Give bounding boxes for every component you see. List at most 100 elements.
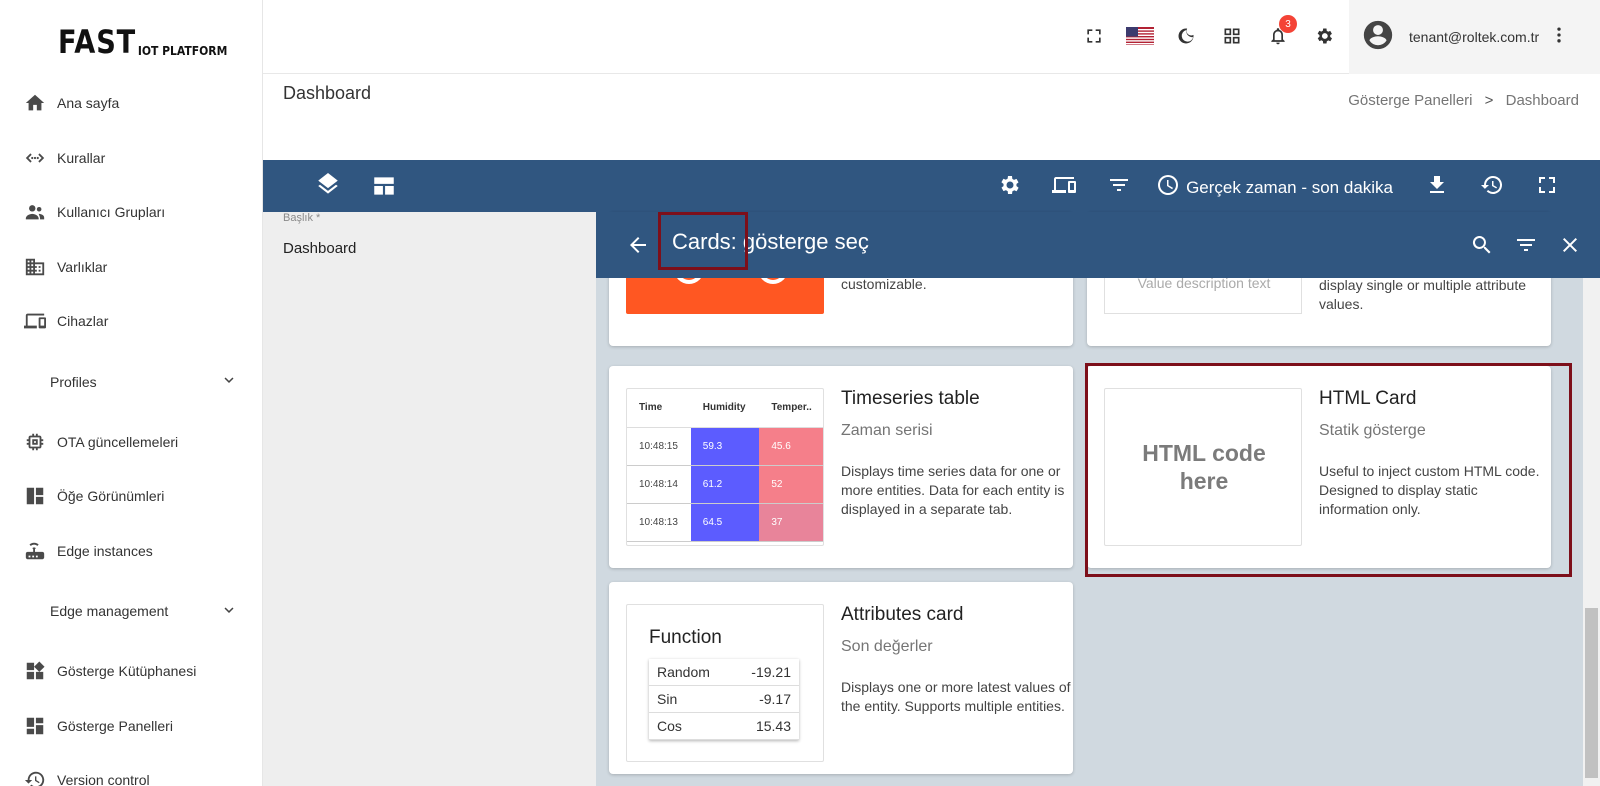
fullscreen-button[interactable] <box>1071 24 1117 52</box>
widget-card-description: Displays one or more latest values of th… <box>841 679 1071 714</box>
dashboards-icon <box>24 715 46 737</box>
widget-card-description: Displays time series data for one or mor… <box>841 463 1065 517</box>
sidebar-item-label: Öğe Görünümleri <box>57 488 165 505</box>
top-icons: 3 <box>1071 15 1347 52</box>
table-cell: 10:48:15 <box>627 427 691 466</box>
table-cell: 37 <box>759 503 823 542</box>
ota-chip-icon <box>24 431 46 453</box>
table-cell: 61.2 <box>690 465 760 504</box>
back-arrow-icon[interactable] <box>626 233 650 262</box>
sidebar-item-label: Kullanıcı Grupları <box>57 204 166 221</box>
attr-key: Sin <box>657 691 678 707</box>
sidebar-item-label: Varlıklar <box>57 258 108 275</box>
table-header: Temper.. <box>759 389 823 428</box>
dashboard-toolbar: Gerçek zaman - son dakika <box>263 160 1600 212</box>
version-history-button[interactable] <box>1464 173 1519 202</box>
attr-value: -9.17 <box>759 691 791 707</box>
search-icon[interactable] <box>1470 233 1494 262</box>
user-menu[interactable]: tenant@roltek.com.tr <box>1349 0 1600 74</box>
fullscreen-icon <box>1084 26 1104 51</box>
sidebar-item-widgets-library[interactable]: Gösterge Kütüphanesi <box>0 644 262 699</box>
sidebar-item-entity-views[interactable]: Öğe Görünümleri <box>0 469 262 524</box>
table-header: Humidity <box>690 389 760 428</box>
widget-thumb: Time Humidity Temper.. 10:48:15 59.3 45.… <box>626 388 824 546</box>
filters-button[interactable] <box>1091 173 1146 202</box>
page-title: Dashboard <box>283 83 372 103</box>
entity-views-icon <box>24 485 46 507</box>
layers-icon[interactable] <box>315 173 341 204</box>
export-button[interactable] <box>1409 173 1464 202</box>
attr-value: 15.43 <box>755 718 791 734</box>
table-row: 10:48:14 61.2 52 <box>627 465 823 504</box>
sidebar-item-dashboards[interactable]: Gösterge Panelleri <box>0 699 262 754</box>
sidebar-item-label: Cihazlar <box>57 313 109 330</box>
table-cell: 64.5 <box>690 503 760 542</box>
table-cell: 10:48:14 <box>627 465 691 504</box>
scrollbar[interactable] <box>1583 278 1600 786</box>
dashboard-settings-button[interactable] <box>981 173 1036 202</box>
widget-card-description: customizable. <box>841 276 927 292</box>
highlight-box <box>658 212 748 270</box>
top-bar: 3 tenant@roltek.com.tr <box>263 0 1600 74</box>
gear-icon <box>997 173 1021 202</box>
widget-card-subtitle: Zaman serisi <box>841 422 933 439</box>
timewindow-button[interactable]: Gerçek zaman - son dakika <box>1156 173 1393 202</box>
language-button[interactable] <box>1117 24 1163 52</box>
sidebar-item-edge-instances[interactable]: Edge instances <box>0 524 262 579</box>
sidebar-item-ota[interactable]: OTA güncellemeleri <box>0 415 262 470</box>
settings-button[interactable] <box>1301 24 1347 52</box>
devices-icon <box>24 310 46 332</box>
attr-key: Cos <box>657 718 682 734</box>
dark-mode-button[interactable] <box>1163 24 1209 52</box>
notifications-button[interactable]: 3 <box>1255 15 1301 52</box>
attr-key: Random <box>657 664 710 680</box>
download-icon <box>1425 173 1449 202</box>
sidebar-group-profiles[interactable]: Profiles <box>0 349 262 415</box>
us-flag-icon <box>1126 26 1154 50</box>
widget-card-timeseries-table[interactable]: Time Humidity Temper.. 10:48:15 59.3 45.… <box>609 366 1073 568</box>
sidebar-group-label: Edge management <box>50 603 169 619</box>
sidebar-group-edge-management[interactable]: Edge management <box>0 578 262 644</box>
apps-button[interactable] <box>1209 24 1255 52</box>
breadcrumb-item[interactable]: Gösterge Panelleri <box>1348 92 1472 109</box>
sidebar-item-label: Gösterge Panelleri <box>57 717 173 734</box>
logo[interactable]: FAST IOT PLATFORM <box>0 0 262 76</box>
fullscreen-icon <box>1535 173 1559 202</box>
widget-card-attributes-card[interactable]: Function Random -19.21 Sin -9.17 Cos 15.… <box>609 582 1073 774</box>
assets-icon <box>24 256 46 278</box>
sidebar-item-rules[interactable]: Kurallar <box>0 131 262 186</box>
close-icon[interactable] <box>1558 233 1582 262</box>
sidebar-item-version-control[interactable]: Version control <box>0 753 262 786</box>
widget-thumb: Function Random -19.21 Sin -9.17 Cos 15.… <box>626 604 824 762</box>
router-icon <box>24 540 46 562</box>
table-cell: 10:48:13 <box>627 503 691 542</box>
timewindow-label: Gerçek zaman - son dakika <box>1186 177 1393 197</box>
list-item: Random -19.21 <box>649 659 799 686</box>
widget-card-subtitle: Son değerler <box>841 638 933 655</box>
user-groups-icon <box>24 201 46 223</box>
filter-icon <box>1107 173 1131 202</box>
sidebar-group-label: Profiles <box>50 373 97 390</box>
moon-icon <box>1176 26 1196 51</box>
sidebar-item-devices[interactable]: Cihazlar <box>0 294 262 349</box>
widget-card-title: Timeseries table <box>841 388 980 409</box>
widget-card-description: display single or multiple attribute val… <box>1319 277 1526 312</box>
filter-icon[interactable] <box>1514 233 1538 262</box>
rule-chain-icon <box>24 147 46 169</box>
account-circle-icon <box>1361 18 1395 57</box>
user-email: tenant@roltek.com.tr <box>1409 29 1540 45</box>
list-item: Sin -9.17 <box>649 686 799 713</box>
scrollbar-thumb[interactable] <box>1585 608 1598 778</box>
fullscreen-button[interactable] <box>1519 173 1574 202</box>
title-field[interactable]: Dashboard <box>283 240 356 257</box>
timeseries-preview-table: Time Humidity Temper.. 10:48:15 59.3 45.… <box>627 389 823 542</box>
table-cell: 52 <box>759 465 823 504</box>
history-icon <box>24 769 46 786</box>
sidebar-item-home[interactable]: Ana sayfa <box>0 76 262 131</box>
aliases-button[interactable] <box>1036 173 1091 202</box>
breadcrumb: Gösterge Panelleri > Dashboard <box>1348 92 1579 109</box>
sidebar-item-user-groups[interactable]: Kullanıcı Grupları <box>0 185 262 240</box>
sidebar-item-assets[interactable]: Varlıklar <box>0 240 262 295</box>
layout-icon[interactable] <box>371 173 397 204</box>
more-vert-icon[interactable] <box>1539 25 1569 50</box>
